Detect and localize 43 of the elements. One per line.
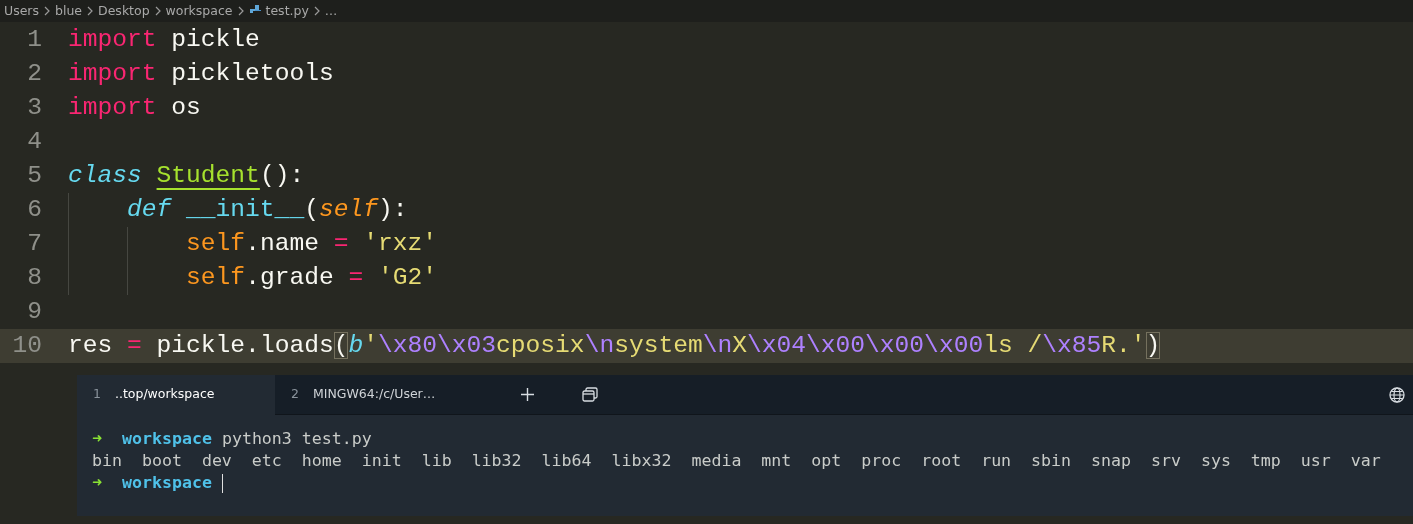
line-number: 4	[26, 126, 42, 157]
new-terminal-button[interactable]	[521, 388, 534, 401]
prompt-directory: workspace	[122, 429, 212, 448]
code-line: class Student():	[68, 161, 305, 191]
prompt-arrow: ➜	[92, 473, 102, 492]
line-number: 7	[26, 228, 42, 259]
code-line: import os	[68, 93, 201, 123]
line-number: 10	[11, 330, 42, 361]
plus-icon	[521, 388, 534, 401]
code-line: import pickle	[68, 25, 260, 55]
breadcrumb-item[interactable]: Users	[4, 1, 39, 21]
code-line: import pickletools	[68, 59, 334, 89]
chevron-icon	[86, 5, 95, 17]
code-line: self.grade = 'G2'	[186, 263, 437, 293]
chevron-icon	[153, 5, 162, 17]
line-number: 5	[26, 160, 42, 191]
line-number: 6	[26, 194, 42, 225]
prompt-arrow: ➜	[92, 429, 102, 448]
line-number: 3	[26, 92, 42, 123]
chevron-icon	[236, 5, 245, 17]
command-output: bin boot dev etc home init lib lib32 lib64 libx32 media mnt opt proc root run sbin snap srv sys tmp usr var	[92, 451, 1381, 470]
line-number: 2	[26, 58, 42, 89]
line-number: 9	[26, 296, 42, 327]
globe-button[interactable]	[1389, 386, 1405, 403]
windows-icon	[582, 387, 598, 402]
code-line: def __init__(self):	[127, 195, 408, 225]
breadcrumb-item[interactable]: …	[324, 1, 338, 21]
terminal-tab[interactable]: 2 MINGW64:/c/User…	[275, 374, 473, 415]
chevron-icon	[312, 5, 321, 17]
code-line: self.name = 'rxz'	[186, 229, 437, 259]
breadcrumb-item[interactable]: Desktop	[98, 1, 150, 21]
globe-icon	[1389, 386, 1405, 403]
breadcrumb-item[interactable]: test.py	[265, 1, 309, 21]
line-number: 8	[26, 262, 42, 293]
chevron-icon	[43, 5, 51, 17]
command-text: python3 test.py	[221, 429, 372, 448]
split-terminal-button[interactable]	[582, 387, 598, 402]
code-line: res = pickle.loads(b'\x80\x03cposix\nsystem\nX\x04\x00\x00\x00ls /\x85R.')	[68, 331, 1161, 361]
terminal-tab[interactable]: 1 ..top/workspace	[77, 374, 275, 415]
breadcrumb-item[interactable]: blue	[55, 1, 83, 21]
line-number: 1	[26, 24, 42, 55]
prompt-directory: workspace	[122, 473, 212, 492]
breadcrumb-item[interactable]: workspace	[165, 1, 233, 21]
